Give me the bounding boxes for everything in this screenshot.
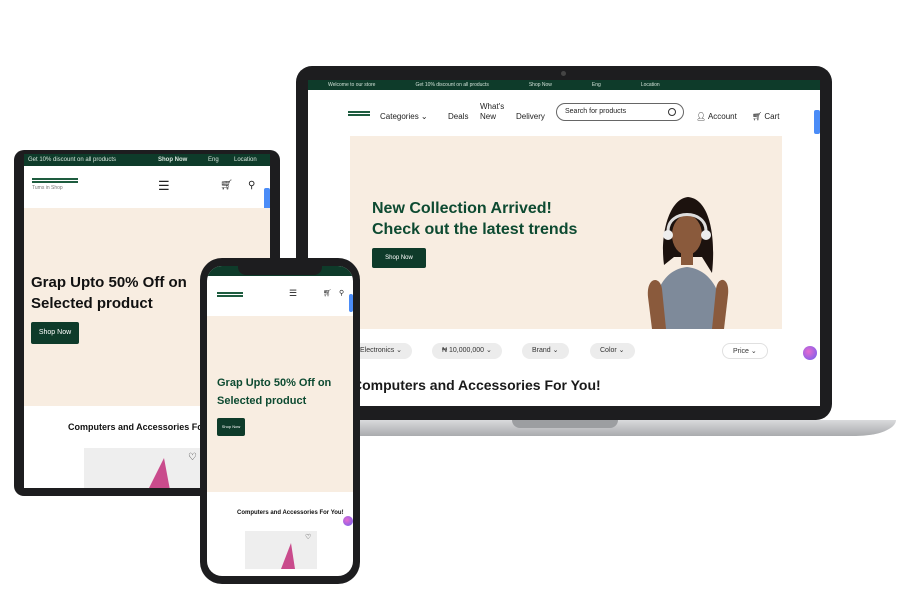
tablet-topbar: Get 10% discount on all products Shop No… bbox=[24, 154, 270, 166]
nav-categories[interactable]: Categories ⌄ bbox=[380, 112, 428, 121]
location-select[interactable]: Location bbox=[641, 82, 660, 88]
phone-screen: ☰ 🛒︎ ⚲ Grap Upto 50% Off on Selected pro… bbox=[207, 266, 353, 576]
tablet-logo[interactable]: Tums in Shop bbox=[32, 178, 78, 191]
cart-icon: 🛒︎ bbox=[752, 112, 765, 121]
phone-hero-line2: Selected product bbox=[217, 395, 307, 407]
tablet-promo-text: Get 10% discount on all products bbox=[28, 157, 117, 163]
phone-section-heading: Computers and Accessories For You! bbox=[237, 510, 344, 516]
user-icon: 👤︎ bbox=[696, 112, 708, 121]
filter-color[interactable]: Color ⌄ bbox=[590, 343, 635, 359]
phone-logo[interactable] bbox=[217, 292, 243, 297]
section-heading: Computers and Accessories For You! bbox=[352, 377, 601, 393]
phone-hero-line1: Grap Upto 50% Off on bbox=[217, 377, 332, 389]
laptop-notch bbox=[512, 420, 618, 428]
hero-title-line2: Check out the latest trends bbox=[372, 221, 578, 238]
scrollbar-thumb[interactable] bbox=[814, 110, 820, 134]
search-icon[interactable]: ⚲ bbox=[339, 289, 344, 297]
hero-shop-now-button[interactable]: Shop Now bbox=[372, 248, 426, 268]
phone-hero-banner: Grap Upto 50% Off on Selected product Sh… bbox=[207, 316, 353, 492]
cart-icon[interactable]: 🛒︎ bbox=[323, 289, 332, 297]
search-input[interactable]: Search for products bbox=[556, 103, 684, 121]
laptop-topbar: Welcome to our store Get 10% discount on… bbox=[308, 80, 820, 90]
cart-button[interactable]: 🛒︎ Cart bbox=[752, 112, 780, 121]
heart-icon[interactable]: ♡ bbox=[188, 452, 197, 463]
hero-title: New Collection Arrived! Check out the la… bbox=[372, 198, 577, 240]
sort-price-label: Price bbox=[733, 348, 749, 355]
account-label: Account bbox=[707, 112, 737, 121]
filter-brand[interactable]: Brand ⌄ bbox=[522, 343, 569, 359]
laptop-screen: Welcome to our store Get 10% discount on… bbox=[308, 80, 820, 406]
logo[interactable] bbox=[348, 111, 370, 117]
filter-color-label: Color bbox=[600, 347, 617, 354]
filter-bar: Electronics ⌄ ₦ 10,000,000 ⌄ Brand ⌄ Col… bbox=[350, 343, 820, 361]
tablet-hero-line2: Selected product bbox=[31, 295, 153, 312]
assistant-fab[interactable] bbox=[803, 346, 817, 360]
hamburger-menu-icon[interactable]: ☰ bbox=[289, 288, 297, 299]
product-card[interactable]: ♡ bbox=[84, 448, 204, 488]
filter-price-range[interactable]: ₦ 10,000,000 ⌄ bbox=[432, 343, 502, 359]
tablet-nav: Tums in Shop ☰ 🛒︎ ⚲ bbox=[24, 166, 270, 208]
tablet-hero-title: Grap Upto 50% Off on Selected product bbox=[31, 272, 187, 314]
phone-assistant-fab[interactable] bbox=[343, 516, 353, 526]
filter-brand-label: Brand bbox=[532, 347, 551, 354]
topbar-shop-now-link[interactable]: Shop Now bbox=[529, 82, 552, 88]
search-icon[interactable]: ⚲ bbox=[248, 180, 255, 191]
phone-notch bbox=[238, 266, 322, 275]
tablet-location-select[interactable]: Location bbox=[234, 154, 257, 166]
tablet-language-select[interactable]: Eng bbox=[208, 154, 219, 166]
nav-delivery[interactable]: Delivery bbox=[516, 112, 545, 121]
hero-banner: New Collection Arrived! Check out the la… bbox=[350, 136, 782, 329]
phone-hero-title: Grap Upto 50% Off on Selected product bbox=[217, 374, 331, 410]
model-image bbox=[647, 197, 729, 329]
phone-product-card[interactable]: ♡ bbox=[245, 531, 317, 569]
nav-whats-new[interactable]: What's New bbox=[480, 102, 504, 122]
tablet-shop-now-link[interactable]: Shop Now bbox=[158, 154, 187, 166]
tablet-shop-now-button[interactable]: Shop Now bbox=[31, 322, 79, 344]
account-button[interactable]: 👤︎ Account bbox=[696, 112, 737, 121]
search-icon bbox=[668, 108, 676, 116]
hero-title-line1: New Collection Arrived! bbox=[372, 200, 552, 217]
nav-categories-label: Categories bbox=[380, 112, 419, 121]
cart-icon[interactable]: 🛒︎ bbox=[220, 180, 233, 191]
filter-price-label: ₦ 10,000,000 bbox=[442, 347, 485, 354]
tablet-logo-text: Tums in Shop bbox=[32, 185, 63, 191]
promo-text: Get 10% discount on all products bbox=[415, 82, 489, 88]
nav-deals[interactable]: Deals bbox=[448, 112, 468, 121]
welcome-text: Welcome to our store bbox=[328, 82, 376, 88]
chevron-down-icon: ⌄ bbox=[420, 112, 428, 121]
laptop-camera bbox=[561, 71, 566, 76]
phone-scrollbar-thumb[interactable] bbox=[349, 294, 353, 312]
heart-icon[interactable]: ♡ bbox=[305, 533, 311, 541]
cart-label: Cart bbox=[764, 112, 780, 121]
phone-shop-now-button[interactable]: Shop Now bbox=[217, 418, 245, 436]
phone-nav: ☰ 🛒︎ ⚲ bbox=[207, 276, 353, 316]
language-select[interactable]: Eng bbox=[592, 82, 601, 88]
laptop-nav: Categories ⌄ Deals What's New Delivery S… bbox=[308, 90, 820, 136]
product-image bbox=[149, 458, 170, 488]
tablet-hero-line1: Grap Upto 50% Off on bbox=[31, 274, 187, 291]
sort-price[interactable]: Price ⌄ bbox=[722, 343, 768, 359]
search-placeholder: Search for products bbox=[565, 108, 627, 115]
hamburger-menu-icon[interactable]: ☰ bbox=[158, 178, 170, 194]
filter-category-label: Electronics bbox=[360, 347, 395, 354]
